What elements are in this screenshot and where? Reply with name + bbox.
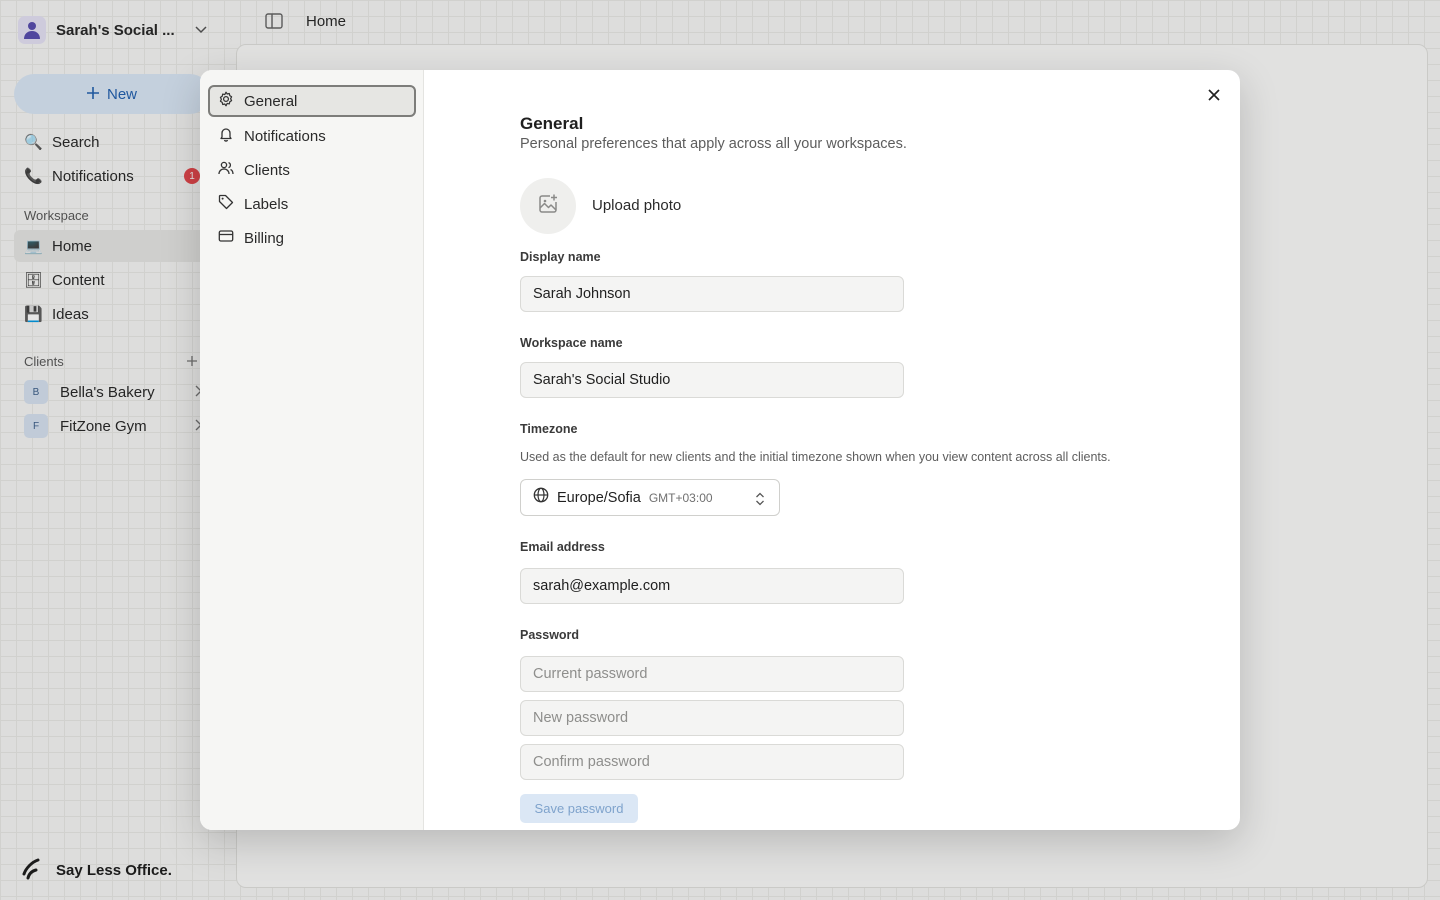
email-label: Email address (520, 540, 605, 554)
close-modal-button[interactable] (1203, 86, 1225, 108)
close-icon (1208, 88, 1220, 106)
confirm-password-input[interactable] (520, 744, 904, 780)
workspace-name-input[interactable] (520, 362, 904, 398)
credit-card-icon (218, 228, 234, 248)
users-icon (218, 160, 234, 180)
password-label: Password (520, 628, 580, 642)
globe-icon (533, 487, 549, 508)
settings-nav-label: General (244, 92, 298, 110)
upload-photo-button[interactable] (520, 178, 576, 234)
workspace-name-label: Workspace name (520, 336, 623, 350)
save-password-button[interactable]: Save password (520, 794, 638, 823)
section-subtitle: Personal preferences that apply across a… (520, 136, 907, 152)
settings-nav-billing[interactable]: Billing (208, 222, 416, 254)
settings-modal: General Notifications Clients Labels Bil… (200, 70, 1240, 830)
settings-nav-labels[interactable]: Labels (208, 188, 416, 220)
settings-nav-label: Clients (244, 161, 290, 179)
display-name-label: Display name (520, 250, 601, 264)
settings-nav-label: Billing (244, 229, 285, 247)
section-title: General (520, 114, 584, 133)
tag-icon (218, 194, 234, 214)
upload-photo-label[interactable]: Upload photo (592, 197, 681, 214)
timezone-offset: GMT+03:00 (648, 490, 713, 505)
image-add-icon (537, 193, 559, 220)
timezone-help-text: Used as the default for new clients and … (520, 450, 1111, 464)
timezone-select[interactable]: Europe/Sofia GMT+03:00 (520, 479, 780, 516)
gear-icon (218, 91, 234, 111)
email-input[interactable] (520, 568, 904, 604)
settings-nav-notifications[interactable]: Notifications (208, 120, 416, 152)
settings-nav: General Notifications Clients Labels Bil… (200, 70, 424, 830)
settings-nav-clients[interactable]: Clients (208, 154, 416, 186)
current-password-input[interactable] (520, 656, 904, 692)
timezone-label: Timezone (520, 422, 578, 436)
timezone-value: Europe/Sofia (557, 489, 641, 506)
settings-nav-label: Notifications (244, 127, 326, 145)
display-name-input[interactable] (520, 276, 904, 312)
settings-nav-label: Labels (244, 195, 289, 213)
bell-icon (218, 126, 234, 146)
new-password-input[interactable] (520, 700, 904, 736)
settings-nav-general[interactable]: General (208, 85, 416, 117)
chevron-up-down-icon (755, 492, 765, 511)
